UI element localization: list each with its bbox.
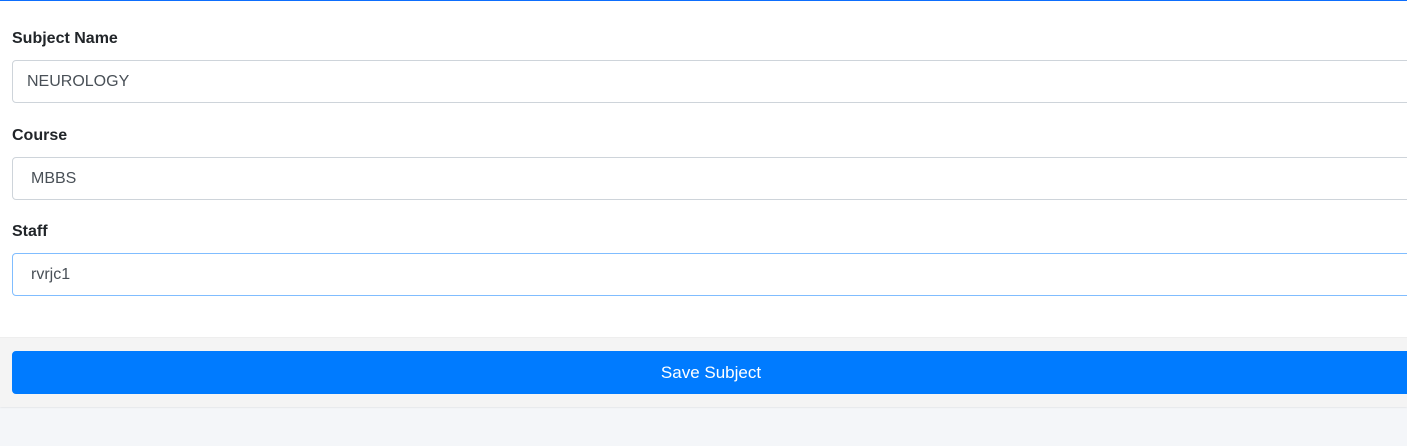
course-selected-value: MBBS: [31, 170, 77, 187]
form-footer: Save Subject: [0, 337, 1407, 407]
save-subject-button[interactable]: Save Subject: [12, 351, 1407, 394]
subject-name-group: Subject Name: [12, 29, 1407, 103]
subject-name-label: Subject Name: [12, 30, 118, 47]
subject-form-card: Subject Name Course MBBS Staff rvrjc1 Sa…: [0, 0, 1407, 407]
subject-name-input[interactable]: [12, 60, 1407, 103]
form-body: Subject Name Course MBBS Staff rvrjc1: [0, 1, 1407, 337]
staff-selected-value: rvrjc1: [31, 266, 71, 283]
staff-select[interactable]: rvrjc1: [12, 253, 1407, 296]
course-select[interactable]: MBBS: [12, 157, 1407, 200]
save-subject-label: Save Subject: [660, 363, 762, 382]
staff-group: Staff rvrjc1: [12, 222, 1407, 296]
staff-label: Staff: [12, 223, 48, 240]
course-label: Course: [12, 127, 68, 144]
course-group: Course MBBS: [12, 126, 1407, 200]
